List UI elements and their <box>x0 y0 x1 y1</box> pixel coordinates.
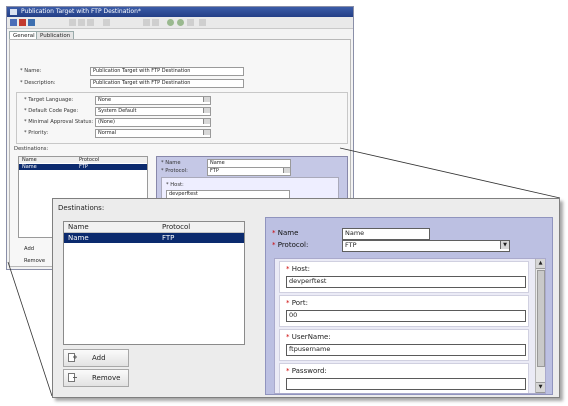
list-header-protocol[interactable]: Protocol <box>162 222 190 232</box>
password-label: * Password: <box>286 367 327 375</box>
list-row-name: Name <box>68 234 89 242</box>
destinations-zoom-panel: Destinations: Name Protocol Name FTP Add… <box>52 198 560 398</box>
required-mark: * <box>286 299 290 307</box>
zoom-line-top <box>339 147 561 199</box>
remove-icon <box>68 373 77 382</box>
password-label-text: Password: <box>291 367 327 375</box>
required-mark: * <box>272 229 276 237</box>
name-label-zoom: * Name <box>272 229 298 237</box>
port-label: * Port: <box>286 299 308 307</box>
required-mark: * <box>286 265 290 273</box>
username-label-text: UserName: <box>291 333 331 341</box>
username-field-group: * UserName: ftpusername <box>279 329 529 361</box>
protocol-select-value: FTP <box>345 241 357 249</box>
name-label-text: Name <box>277 229 299 237</box>
required-mark: * <box>286 333 290 341</box>
destination-details-panel: * Name Name * Protocol: FTP ▼ * Host: de… <box>265 217 553 395</box>
scroll-up-icon[interactable]: ▲ <box>536 259 545 269</box>
destinations-list[interactable]: Name Protocol Name FTP <box>63 221 245 345</box>
host-field-group: * Host: devperftest <box>279 261 529 293</box>
password-input[interactable] <box>286 378 526 390</box>
scroll-thumb[interactable] <box>537 270 545 367</box>
vertical-scrollbar[interactable]: ▲ ▼ <box>535 259 545 393</box>
password-field-group: * Password: <box>279 363 529 393</box>
remove-button[interactable]: Remove <box>63 369 129 387</box>
port-label-text: Port: <box>291 299 308 307</box>
protocol-label-text: Protocol: <box>277 241 309 249</box>
ftp-settings-area: * Host: devperftest * Port: 00 * UserNam… <box>274 258 546 394</box>
zoom-line-bottom <box>7 261 53 397</box>
list-header: Name Protocol <box>64 222 244 233</box>
list-row[interactable]: Name FTP <box>64 233 244 243</box>
port-input[interactable]: 00 <box>286 310 526 322</box>
add-button[interactable]: Add <box>63 349 129 367</box>
required-mark: * <box>272 241 276 249</box>
list-row-protocol: FTP <box>162 234 175 242</box>
chevron-down-icon[interactable]: ▼ <box>500 241 509 249</box>
destination-name-input[interactable]: Name <box>342 228 430 240</box>
host-label: * Host: <box>286 265 310 273</box>
list-header-name: Name <box>68 223 89 231</box>
username-label: * UserName: <box>286 333 331 341</box>
destinations-label-zoom: Destinations: <box>58 204 105 212</box>
required-mark: * <box>286 367 290 375</box>
protocol-label-zoom: * Protocol: <box>272 241 308 249</box>
add-button-label: Add <box>92 354 106 362</box>
add-icon <box>68 353 77 362</box>
host-label-text: Host: <box>291 265 311 273</box>
port-field-group: * Port: 00 <box>279 295 529 327</box>
host-input[interactable]: devperftest <box>286 276 526 288</box>
scroll-down-icon[interactable]: ▼ <box>536 382 545 393</box>
username-input[interactable]: ftpusername <box>286 344 526 356</box>
protocol-select[interactable]: FTP ▼ <box>342 240 510 252</box>
remove-button-label: Remove <box>92 374 121 382</box>
